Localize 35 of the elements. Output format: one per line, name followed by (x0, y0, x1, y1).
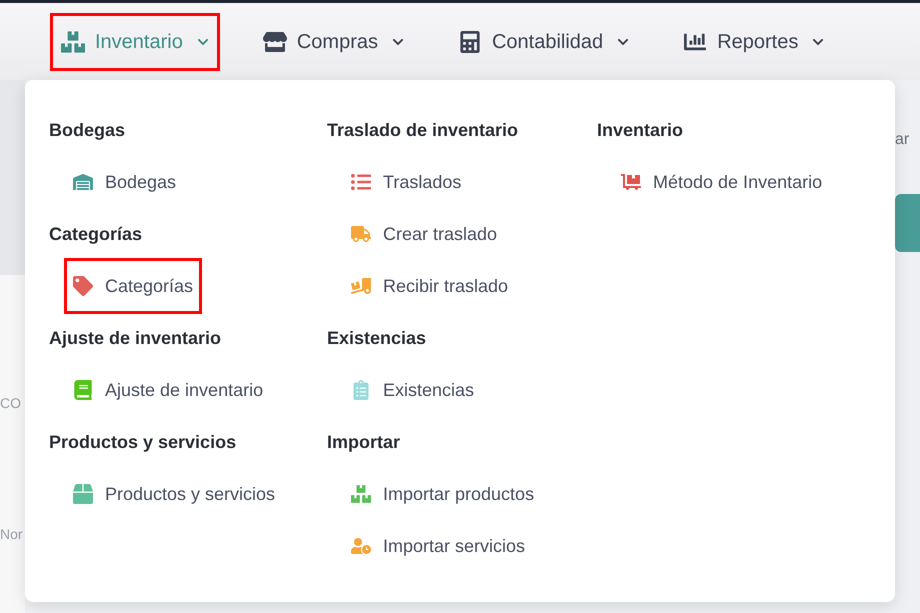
menu-item[interactable]: Existencias (342, 362, 484, 418)
nav-menu[interactable]: Reportes (672, 12, 836, 70)
list-icon (351, 172, 371, 192)
menu-item[interactable]: Productos y servicios (64, 466, 284, 522)
menu-item[interactable]: Ajuste de inventario (64, 362, 272, 418)
truck-icon (351, 224, 371, 244)
section-heading: Bodegas (49, 118, 126, 142)
section-heading: Importar (327, 430, 400, 454)
background-text: Nor (0, 525, 24, 544)
nav-menu[interactable]: Contabilidad (446, 12, 640, 70)
tag-icon (73, 276, 93, 296)
section-heading: Traslado de inventario (327, 118, 518, 142)
box-icon (73, 484, 93, 504)
section-heading: Existencias (327, 326, 426, 350)
user-clock-icon (351, 536, 371, 556)
cart-icon (621, 172, 641, 192)
clipboard-icon (351, 380, 371, 400)
background-text: ar (895, 130, 910, 150)
menu-item[interactable]: Método de Inventario (612, 154, 832, 210)
section-heading: Productos y servicios (49, 430, 236, 454)
section-heading: Ajuste de inventario (49, 326, 222, 350)
boxes-icon (351, 484, 371, 504)
book-icon (73, 380, 93, 400)
nav-menu[interactable]: Compras (252, 12, 415, 70)
menu-item[interactable]: Categorías (64, 258, 202, 314)
section-heading: Categorías (49, 222, 142, 246)
calculator-icon (458, 30, 482, 52)
menu-item[interactable]: Bodegas (64, 154, 186, 210)
forklift-icon (351, 276, 371, 296)
boxes-icon (61, 30, 85, 52)
store-icon (262, 30, 287, 52)
button-edge (895, 194, 920, 252)
warehouse-icon (73, 172, 93, 192)
section-heading: Inventario (597, 118, 684, 142)
background-text: CO (0, 394, 22, 413)
